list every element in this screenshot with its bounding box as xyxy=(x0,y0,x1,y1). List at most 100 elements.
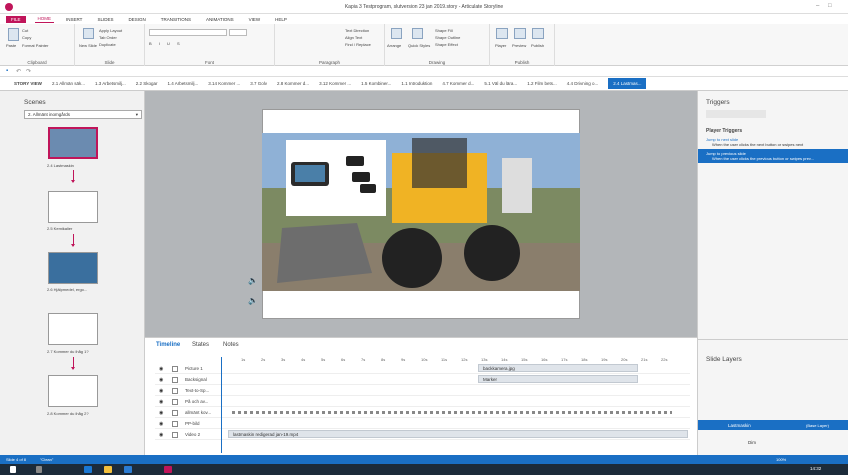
tab-design[interactable]: DESIGN xyxy=(125,16,148,23)
undo-icon[interactable]: ↶ xyxy=(16,68,21,75)
search-icon[interactable] xyxy=(36,466,42,473)
dim-checkbox[interactable]: Dim xyxy=(748,440,756,445)
new-slide-button[interactable]: New Slide xyxy=(79,43,97,48)
font-format-buttons[interactable]: B I U S xyxy=(149,41,183,46)
maximize-icon[interactable]: □ xyxy=(828,3,832,9)
word-icon[interactable] xyxy=(124,466,132,473)
new-slide-icon[interactable] xyxy=(83,28,94,39)
folder-icon[interactable] xyxy=(104,466,112,473)
duplicate-button[interactable]: Duplicate xyxy=(99,42,116,47)
story-tab[interactable]: 1.2 Film bets... xyxy=(527,81,557,86)
eye-icon[interactable]: ◉ xyxy=(159,432,163,438)
lock-checkbox[interactable] xyxy=(172,377,178,383)
save-icon[interactable]: ▪ xyxy=(6,68,8,74)
tab-transitions[interactable]: TRANSITIONS xyxy=(158,16,194,23)
quick-styles-button[interactable]: Quick Styles xyxy=(408,43,430,48)
timeline-ruler[interactable]: 1s 2s 3s 4s 5s 6s 7s 8s 9s 10s 11s 12s 13s 14s 15s 16s 1… xyxy=(241,357,681,363)
camera-monitor-image[interactable] xyxy=(286,140,386,216)
trigger-prev-condition[interactable]: When the user clicks the previous button… xyxy=(712,156,814,161)
font-family-select[interactable] xyxy=(149,29,227,36)
timeline-bar-backkamera[interactable]: backkamera.jpg xyxy=(478,364,638,372)
minimize-icon[interactable]: – xyxy=(816,3,819,9)
publish-button[interactable]: Publish xyxy=(531,43,544,48)
storyline-icon[interactable] xyxy=(164,466,172,473)
triggers-toolbar[interactable] xyxy=(706,110,766,118)
story-tab[interactable]: 2.2 Skogar xyxy=(136,81,158,86)
tab-file[interactable]: FILE xyxy=(6,15,26,23)
tab-timeline[interactable]: Timeline xyxy=(156,342,180,348)
audio-icon[interactable]: 🔈 xyxy=(248,276,258,285)
story-tab[interactable]: 1.4 Arbetsmilj... xyxy=(168,81,199,86)
story-tab[interactable]: 2.8 Kommer d... xyxy=(277,81,309,86)
edge-icon[interactable] xyxy=(84,466,92,473)
format-painter-button[interactable]: Format Painter xyxy=(22,43,48,48)
zoom-level[interactable]: 100% xyxy=(776,457,786,462)
lock-checkbox[interactable] xyxy=(172,432,178,438)
eye-icon[interactable]: ◉ xyxy=(159,421,163,427)
player-button[interactable]: Player xyxy=(495,43,506,48)
trigger-next-condition[interactable]: When the user clicks the next button or … xyxy=(712,142,803,147)
font-size-select[interactable] xyxy=(229,29,247,36)
eye-icon[interactable]: ◉ xyxy=(159,388,163,394)
text-direction-button[interactable]: Text Direction xyxy=(345,28,369,33)
tab-help[interactable]: HELP xyxy=(272,16,290,23)
preview-button[interactable]: Preview xyxy=(512,43,526,48)
cut-button[interactable]: Cut xyxy=(22,28,28,33)
windows-start-icon[interactable] xyxy=(10,466,16,473)
tab-insert[interactable]: INSERT xyxy=(63,16,85,23)
story-tab[interactable]: 4.4 Drivning o... xyxy=(567,81,599,86)
arrange-button[interactable]: Arrange xyxy=(387,43,401,48)
tab-states[interactable]: States xyxy=(192,342,209,348)
slide-thumbnail[interactable] xyxy=(48,313,98,345)
align-text-button[interactable]: Align Text xyxy=(345,35,362,40)
story-tab[interactable]: 5.1 Väl du lära... xyxy=(484,81,517,86)
shape-outline-button[interactable]: Shape Outline xyxy=(435,35,460,40)
story-tab[interactable]: 3.12 Kommer ... xyxy=(319,81,351,86)
slide-thumbnail[interactable] xyxy=(48,191,98,223)
shape-effect-button[interactable]: Shape Effect xyxy=(435,42,458,47)
story-tab[interactable]: 4.7 Kommer d... xyxy=(442,81,474,86)
copy-button[interactable]: Copy xyxy=(22,35,31,40)
timeline-bar-video[interactable]: lastmaskin redigerad jan-19.mp4 xyxy=(228,430,688,438)
audio-waveform[interactable] xyxy=(232,411,672,414)
audio-icon[interactable]: 🔈 xyxy=(248,296,258,305)
eye-icon[interactable]: ◉ xyxy=(159,410,163,416)
slide-thumbnail[interactable] xyxy=(48,252,98,284)
find-replace-button[interactable]: Find / Replace xyxy=(345,42,371,47)
lock-checkbox[interactable] xyxy=(172,410,178,416)
tab-animations[interactable]: ANIMATIONS xyxy=(203,16,237,23)
timeline-bar-marker[interactable]: Marker xyxy=(478,375,638,383)
story-tab[interactable]: 3.7 Golv xyxy=(250,81,267,86)
tab-notes[interactable]: Notes xyxy=(223,342,239,348)
story-tab[interactable]: 1.3 Arbetsmilj... xyxy=(95,81,126,86)
slide-thumbnail[interactable] xyxy=(48,127,98,159)
tab-home[interactable]: HOME xyxy=(34,15,55,23)
quick-styles-icon[interactable] xyxy=(412,28,423,39)
story-tab[interactable]: 2.1 Allmän säk... xyxy=(52,81,85,86)
paste-icon[interactable] xyxy=(8,28,19,41)
timeline-row[interactable]: ◉ PP-bild xyxy=(155,419,690,429)
eye-icon[interactable]: ◉ xyxy=(159,366,163,372)
tab-order-button[interactable]: Tab Order xyxy=(99,35,117,40)
apply-layout-button[interactable]: Apply Layout xyxy=(99,28,122,33)
story-tab-active[interactable]: 2.4 Lastmas... xyxy=(608,78,647,89)
slide-thumbnail[interactable] xyxy=(48,375,98,407)
shape-fill-button[interactable]: Shape Fill xyxy=(435,28,453,33)
playhead[interactable] xyxy=(221,357,222,453)
tab-view[interactable]: VIEW xyxy=(246,16,264,23)
lock-checkbox[interactable] xyxy=(172,366,178,372)
paste-button[interactable]: Paste xyxy=(6,43,16,48)
player-icon[interactable] xyxy=(496,28,508,39)
publish-icon[interactable] xyxy=(532,28,544,39)
lock-checkbox[interactable] xyxy=(172,399,178,405)
preview-icon[interactable] xyxy=(514,28,526,39)
lock-checkbox[interactable] xyxy=(172,421,178,427)
timeline-row[interactable]: ◉ På och av... xyxy=(155,397,690,407)
story-tab[interactable]: 1.1 Introduktion xyxy=(401,81,432,86)
story-tab[interactable]: 1.5 Kombiner... xyxy=(361,81,391,86)
eye-icon[interactable]: ◉ xyxy=(159,399,163,405)
arrange-icon[interactable] xyxy=(391,28,402,39)
lock-checkbox[interactable] xyxy=(172,388,178,394)
scene-select[interactable]: 2. Allmänt inomgårds ▾ xyxy=(24,110,142,119)
timeline-row[interactable]: ◉ Text-to-Sp... xyxy=(155,386,690,396)
